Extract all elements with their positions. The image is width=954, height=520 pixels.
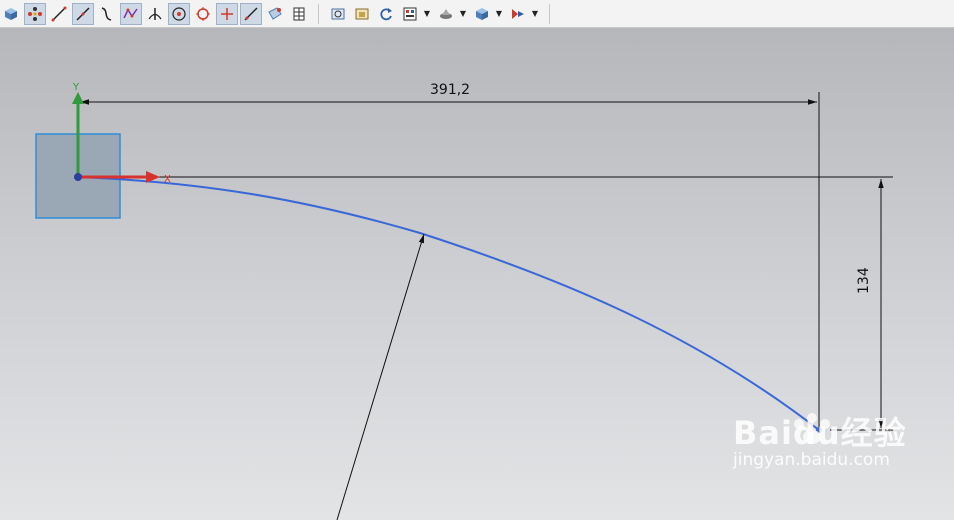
horizontal-dimension-value[interactable]: 391,2: [430, 82, 470, 98]
watermark-logo: Baidu经验: [733, 414, 907, 452]
snap-view-icon[interactable]: [507, 3, 529, 25]
point-on-curve-icon[interactable]: [168, 2, 190, 25]
snap-view-dropdown-icon[interactable]: ▼: [531, 3, 539, 25]
view-orient-icon[interactable]: [351, 3, 373, 25]
perpendicular-icon[interactable]: [144, 3, 166, 25]
layer-dropdown-icon[interactable]: ▼: [423, 3, 431, 25]
toolbar-separator-end: [549, 3, 550, 24]
layer-icon[interactable]: [399, 3, 421, 25]
refresh-icon[interactable]: [375, 3, 397, 25]
graphics-window[interactable]: X Y 391,2 134 Baidu经验 jingyan.baidu.com: [0, 28, 954, 520]
toolbar: ▼ ▼ ▼ ▼: [0, 0, 954, 28]
spline-curve[interactable]: [77, 176, 820, 431]
view-cube-icon[interactable]: [0, 3, 22, 25]
line-tangent-icon[interactable]: [240, 2, 262, 25]
block-dropdown-icon[interactable]: ▼: [495, 3, 503, 25]
zoom-fit-icon[interactable]: [327, 3, 349, 25]
shade-dropdown-icon[interactable]: ▼: [459, 3, 467, 25]
surface-icon[interactable]: [264, 3, 286, 25]
y-axis-arrowhead: [72, 92, 84, 104]
vertical-dimension-value[interactable]: 134: [856, 267, 872, 294]
line-icon[interactable]: [48, 3, 70, 25]
point-icon[interactable]: [216, 2, 238, 25]
line-active-icon[interactable]: [72, 2, 94, 25]
arc-icon[interactable]: [96, 3, 118, 25]
snap-points-icon[interactable]: [24, 2, 46, 25]
table-icon[interactable]: [288, 3, 310, 25]
x-axis-label: X: [164, 174, 171, 185]
leader-line: [336, 233, 425, 520]
block-icon[interactable]: [471, 3, 493, 25]
origin-point[interactable]: [74, 173, 82, 181]
watermark-url: jingyan.baidu.com: [733, 450, 890, 470]
studio-spline-icon[interactable]: [120, 2, 142, 25]
shade-icon[interactable]: [435, 3, 457, 25]
y-axis-label: Y: [72, 82, 80, 93]
toolbar-separator: [318, 3, 319, 24]
circle-icon[interactable]: [192, 3, 214, 25]
